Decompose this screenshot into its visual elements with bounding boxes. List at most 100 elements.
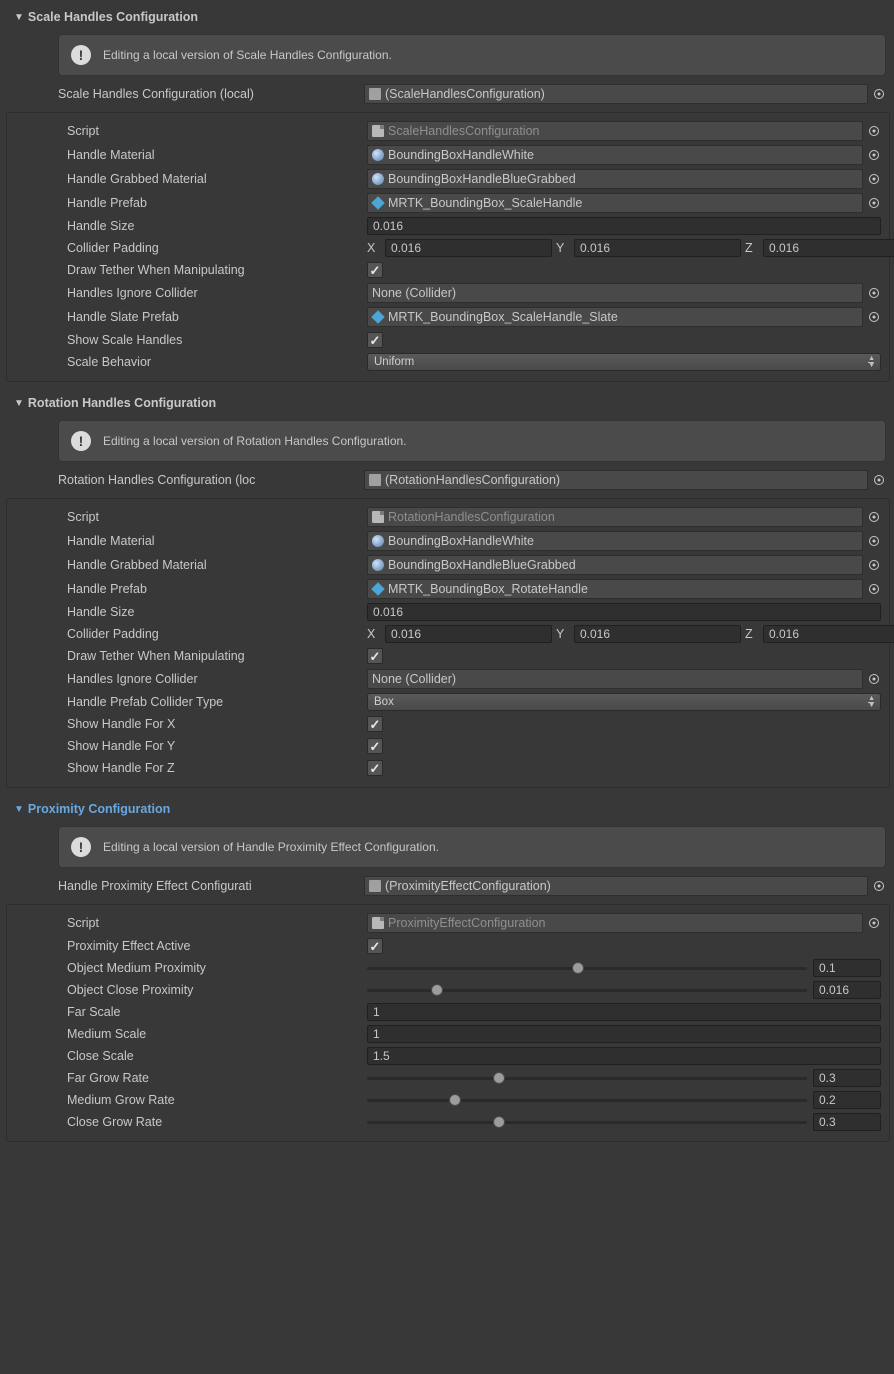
close-grow-rate-input[interactable] (813, 1113, 881, 1131)
collider-padding-z-input[interactable] (763, 625, 894, 643)
collider-padding-y-input[interactable] (574, 625, 741, 643)
show-scale-handles-checkbox[interactable] (367, 332, 383, 348)
foldout-icon: ▼ (14, 398, 24, 409)
handle-grabbed-material-field[interactable]: BoundingBoxHandleBlueGrabbed (367, 555, 863, 575)
object-picker-button[interactable] (867, 669, 881, 689)
medium-grow-rate-input[interactable] (813, 1091, 881, 1109)
object-picker-button[interactable] (867, 579, 881, 599)
proximity-slot-label: Handle Proximity Effect Configurati (58, 879, 360, 893)
close-grow-rate-slider[interactable] (367, 1113, 807, 1131)
object-picker-button[interactable] (867, 507, 881, 527)
object-picker-button[interactable] (867, 913, 881, 933)
proximity-section-header[interactable]: ▼ Proximity Configuration (0, 798, 894, 820)
object-picker-button[interactable] (867, 193, 881, 213)
medium-scale-input[interactable] (367, 1025, 881, 1043)
collider-padding-x-input[interactable] (385, 239, 552, 257)
script-icon (372, 917, 384, 929)
collider-padding-y-input[interactable] (574, 239, 741, 257)
label: Handle Slate Prefab (7, 310, 367, 324)
object-picker-button[interactable] (867, 145, 881, 165)
object-medium-proximity-slider[interactable] (367, 959, 807, 977)
z-label: Z (745, 627, 759, 641)
collider-padding-z-input[interactable] (763, 239, 894, 257)
far-grow-rate-input[interactable] (813, 1069, 881, 1087)
show-handle-y-checkbox[interactable] (367, 738, 383, 754)
label: Script (7, 916, 367, 930)
object-picker-button[interactable] (867, 121, 881, 141)
handle-prefab-field[interactable]: MRTK_BoundingBox_RotateHandle (367, 579, 863, 599)
prefab-icon (371, 310, 385, 324)
show-handle-x-checkbox[interactable] (367, 716, 383, 732)
label: Draw Tether When Manipulating (7, 263, 367, 277)
script-field: ScaleHandlesConfiguration (367, 121, 863, 141)
medium-grow-rate-slider[interactable] (367, 1091, 807, 1109)
object-picker-button[interactable] (867, 169, 881, 189)
proximity-slot-value: (ProximityEffectConfiguration) (385, 879, 551, 893)
scale-section-header[interactable]: ▼ Scale Handles Configuration (0, 6, 894, 28)
label: Show Handle For X (7, 717, 367, 731)
label: Object Medium Proximity (7, 961, 367, 975)
handle-size-input[interactable] (367, 217, 881, 235)
draw-tether-checkbox[interactable] (367, 262, 383, 278)
proximity-slot-field[interactable]: (ProximityEffectConfiguration) (364, 876, 868, 896)
info-icon: ! (71, 837, 91, 857)
scale-header-text: Scale Handles Configuration (28, 10, 198, 24)
asset-icon (369, 88, 381, 100)
label: Handle Size (7, 605, 367, 619)
label: Script (7, 510, 367, 524)
rotation-slot-field[interactable]: (RotationHandlesConfiguration) (364, 470, 868, 490)
handle-slate-prefab-field[interactable]: MRTK_BoundingBox_ScaleHandle_Slate (367, 307, 863, 327)
far-grow-rate-slider[interactable] (367, 1069, 807, 1087)
object-picker-button[interactable] (867, 283, 881, 303)
label: Show Handle For Z (7, 761, 367, 775)
label: Handle Prefab (7, 196, 367, 210)
label: Collider Padding (7, 241, 367, 255)
dropdown-arrows-icon: ▲▼ (868, 355, 875, 369)
object-close-proximity-slider[interactable] (367, 981, 807, 999)
handles-ignore-collider-field[interactable]: None (Collider) (367, 283, 863, 303)
handles-ignore-collider-field[interactable]: None (Collider) (367, 669, 863, 689)
handle-size-input[interactable] (367, 603, 881, 621)
label: Draw Tether When Manipulating (7, 649, 367, 663)
material-icon (372, 559, 384, 571)
object-picker-button[interactable] (867, 307, 881, 327)
close-scale-input[interactable] (367, 1047, 881, 1065)
label: Object Close Proximity (7, 983, 367, 997)
label: Handles Ignore Collider (7, 672, 367, 686)
material-icon (372, 535, 384, 547)
handle-prefab-field[interactable]: MRTK_BoundingBox_ScaleHandle (367, 193, 863, 213)
proximity-info-box: ! Editing a local version of Handle Prox… (58, 826, 886, 868)
collider-padding-x-input[interactable] (385, 625, 552, 643)
scale-behavior-dropdown[interactable]: Uniform ▲▼ (367, 353, 881, 371)
object-picker-button[interactable] (867, 531, 881, 551)
label: Handle Size (7, 219, 367, 233)
z-label: Z (745, 241, 759, 255)
handle-prefab-collider-type-dropdown[interactable]: Box ▲▼ (367, 693, 881, 711)
label: Handle Prefab Collider Type (7, 695, 367, 709)
rotation-info-text: Editing a local version of Rotation Hand… (103, 434, 407, 448)
label: Show Scale Handles (7, 333, 367, 347)
material-icon (372, 173, 384, 185)
object-medium-proximity-input[interactable] (813, 959, 881, 977)
handle-material-field[interactable]: BoundingBoxHandleWhite (367, 531, 863, 551)
draw-tether-checkbox[interactable] (367, 648, 383, 664)
far-scale-input[interactable] (367, 1003, 881, 1021)
object-picker-button[interactable] (872, 876, 886, 896)
handle-grabbed-material-field[interactable]: BoundingBoxHandleBlueGrabbed (367, 169, 863, 189)
object-picker-button[interactable] (872, 470, 886, 490)
scale-info-box: ! Editing a local version of Scale Handl… (58, 34, 886, 76)
label: Show Handle For Y (7, 739, 367, 753)
proximity-effect-active-checkbox[interactable] (367, 938, 383, 954)
object-picker-button[interactable] (867, 555, 881, 575)
script-icon (372, 511, 384, 523)
label: Far Scale (7, 1005, 367, 1019)
asset-icon (369, 880, 381, 892)
handle-material-field[interactable]: BoundingBoxHandleWhite (367, 145, 863, 165)
scale-slot-field[interactable]: (ScaleHandlesConfiguration) (364, 84, 868, 104)
object-close-proximity-input[interactable] (813, 981, 881, 999)
show-handle-z-checkbox[interactable] (367, 760, 383, 776)
label: Collider Padding (7, 627, 367, 641)
rotation-section-header[interactable]: ▼ Rotation Handles Configuration (0, 392, 894, 414)
object-picker-button[interactable] (872, 84, 886, 104)
prefab-icon (371, 196, 385, 210)
